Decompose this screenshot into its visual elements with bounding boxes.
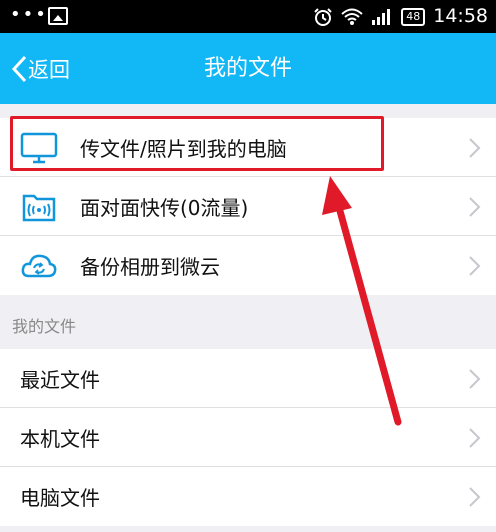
chevron-right-icon — [469, 428, 481, 448]
status-right: 48 14:58 — [313, 0, 488, 33]
page-title: 我的文件 — [203, 56, 292, 81]
chevron-right-icon — [469, 138, 481, 158]
image-icon — [48, 7, 68, 25]
alarm-icon — [314, 7, 332, 26]
highlight-box — [10, 116, 384, 171]
section-title: 我的文件 — [12, 317, 77, 336]
list-item-computer-files[interactable]: 电脑文件 — [0, 467, 496, 526]
wifi-icon — [341, 8, 363, 25]
list-item-label: 电脑文件 — [20, 486, 100, 510]
list-item-local-files[interactable]: 本机文件 — [0, 408, 496, 467]
status-bar: ••• 48 14:58 — [0, 0, 496, 33]
cloud-sync-icon — [21, 254, 57, 278]
list-item-label: 本机文件 — [20, 426, 100, 451]
list-item-face-to-face[interactable]: 面对面快传(0流量) — [0, 177, 496, 236]
nav-bar: 返回 我的文件 — [0, 33, 496, 104]
battery-indicator: 48 — [401, 7, 426, 26]
clock: 14:58 — [433, 5, 488, 27]
chevron-right-icon — [469, 256, 481, 276]
file-list: 最近文件 本机文件 电脑文件 — [0, 349, 496, 526]
notification-dots: ••• — [10, 4, 48, 25]
chevron-right-icon — [469, 369, 481, 389]
list-item-label: 最近文件 — [20, 367, 100, 392]
list-item-recent-files[interactable]: 最近文件 — [0, 349, 496, 408]
list-item-backup-album[interactable]: 备份相册到微云 — [0, 236, 496, 295]
chevron-right-icon — [469, 197, 481, 217]
chevron-right-icon — [469, 487, 481, 507]
wifi-folder-icon — [22, 194, 56, 222]
signal-icon — [372, 8, 391, 25]
